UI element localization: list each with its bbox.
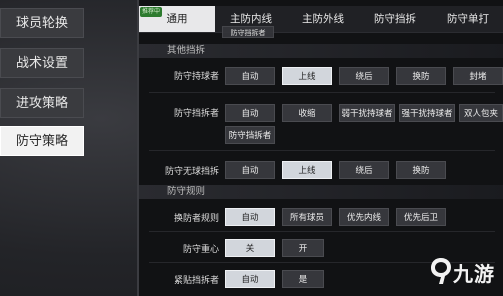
jiuyou-watermark: 九游 <box>429 254 499 290</box>
tight-screener-option-auto[interactable]: 自动 <box>225 270 275 288</box>
defense-center-option-on[interactable]: 开 <box>282 239 324 257</box>
recommended-badge: 推荐中 <box>140 7 163 17</box>
section-defense-rules: 防守规则 <box>139 185 503 199</box>
row-label-tight-screener: 紧贴挡拆者 <box>173 276 219 286</box>
ball-handler-option-under[interactable]: 绕后 <box>339 67 389 85</box>
defense-center-option-off[interactable]: 关 <box>225 239 275 257</box>
off-ball-option-under[interactable]: 绕后 <box>339 161 389 179</box>
row-label-switch-rules: 换防者规则 <box>173 214 219 224</box>
menu-item-tactics[interactable]: 战术设置 <box>0 48 84 78</box>
screener-option-strong-pressure[interactable]: 强干扰持球者 <box>399 104 455 122</box>
row-label-ball-handler: 防守持球者 <box>173 72 219 82</box>
tab-isolation-defense[interactable]: 防守单打 <box>431 6 503 32</box>
row-divider <box>149 231 495 232</box>
jiuyou-logo-icon <box>431 258 451 284</box>
row-label-screener: 防守挡拆者 <box>173 109 219 119</box>
row-divider <box>149 92 495 93</box>
off-ball-option-over[interactable]: 上线 <box>282 161 332 179</box>
section-other-pick: 其他挡拆 <box>139 44 503 58</box>
tab-pick-defense[interactable]: 防守挡拆 <box>359 6 432 32</box>
screener-option-sag[interactable]: 收缩 <box>282 104 332 122</box>
tab-defend-outside[interactable]: 主防外线 <box>287 6 360 32</box>
menu-item-defense[interactable]: 防守策略 <box>0 126 84 156</box>
ball-handler-option-over[interactable]: 上线 <box>282 67 332 85</box>
switch-rules-option-bigs[interactable]: 优先内线 <box>339 208 389 226</box>
row-label-off-ball-pick: 防守无球挡拆 <box>164 167 219 177</box>
row-divider <box>149 150 495 151</box>
watermark-text: 九游 <box>453 262 495 286</box>
tight-screener-option-yes[interactable]: 是 <box>282 270 324 288</box>
screener-option-double-team[interactable]: 双人包夹 <box>459 104 503 122</box>
screener-option-defend-screener[interactable]: 防守挡拆者 <box>225 126 275 144</box>
off-ball-option-switch[interactable]: 换防 <box>396 161 446 179</box>
switch-rules-option-guards[interactable]: 优先后卫 <box>396 208 446 226</box>
switch-rules-option-auto[interactable]: 自动 <box>225 208 275 226</box>
off-ball-option-auto[interactable]: 自动 <box>225 161 275 179</box>
ball-handler-option-switch[interactable]: 换防 <box>396 67 446 85</box>
screener-option-weak-pressure[interactable]: 弱干扰持球者 <box>339 104 395 122</box>
switch-rules-option-all[interactable]: 所有球员 <box>282 208 332 226</box>
tab-general[interactable]: 推荐中 通用 <box>139 6 216 32</box>
screener-option-partial[interactable]: 防守挡拆者 <box>222 26 274 38</box>
menu-item-offense[interactable]: 进攻策略 <box>0 88 84 118</box>
defense-settings-panel: 推荐中 通用 主防内线 主防外线 防守挡拆 防守单打 防守挡拆者 其他挡拆 防守… <box>137 0 503 296</box>
menu-item-rotation[interactable]: 球员轮换 <box>0 8 84 38</box>
row-label-defense-center: 防守重心 <box>182 245 219 255</box>
screener-option-auto[interactable]: 自动 <box>225 104 275 122</box>
tab-bar: 推荐中 通用 主防内线 主防外线 防守挡拆 防守单打 <box>139 6 503 33</box>
ball-handler-option-auto[interactable]: 自动 <box>225 67 275 85</box>
ball-handler-option-hedge[interactable]: 封堵 <box>453 67 503 85</box>
left-menu: 球员轮换 战术设置 进攻策略 防守策略 <box>0 0 140 296</box>
